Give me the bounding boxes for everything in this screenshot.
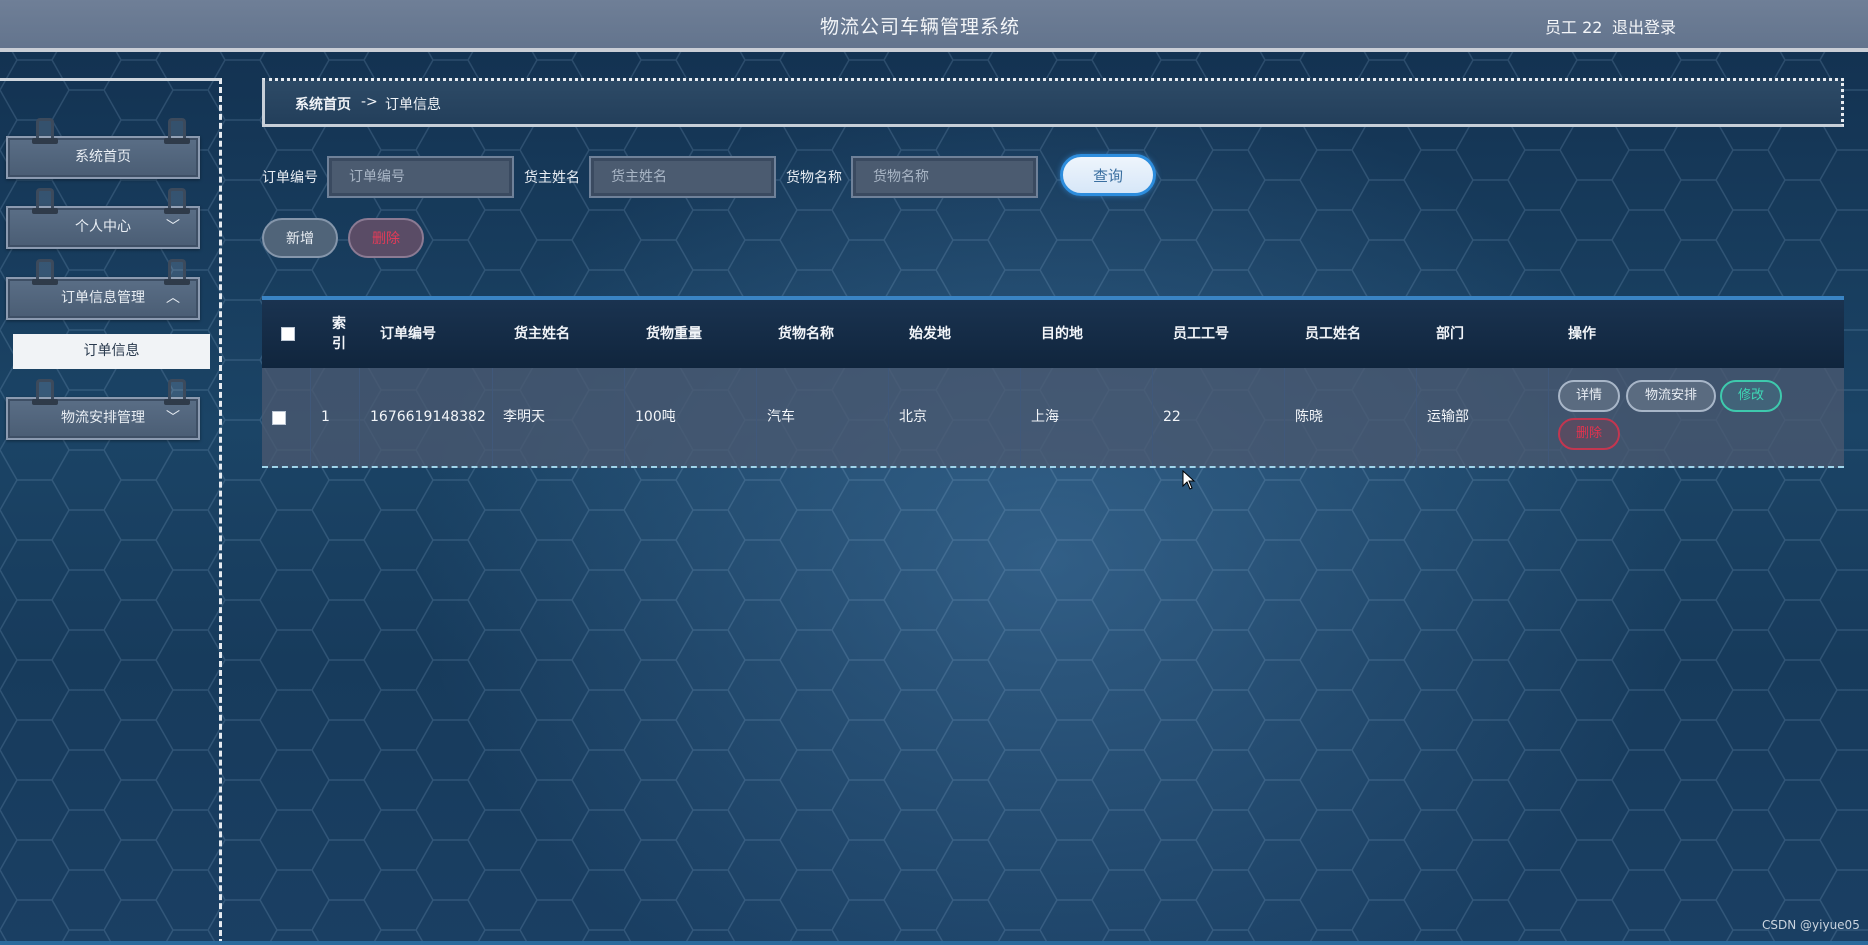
order-no-input[interactable] [327,156,514,198]
sidebar-item-label: 订单信息管理 [61,290,145,306]
header-operations: 操作 [1568,326,1596,342]
cell-emp-no: 22 [1152,368,1284,466]
breadcrumb-current: 订单信息 [385,97,441,113]
header-order-no: 订单编号 [380,326,436,342]
add-button[interactable]: 新增 [262,218,338,258]
breadcrumb: 系统首页 -> 订单信息 [262,78,1844,127]
sidebar-item-label: 物流安排管理 [61,410,145,426]
clip-icon [164,118,190,144]
cell-origin: 北京 [888,368,1020,466]
hex-background [0,0,1868,945]
clip-icon [164,379,190,405]
logout-link[interactable]: 退出登录 [1612,14,1676,38]
header-index: 索引 [332,316,346,352]
cell-weight: 100吨 [624,368,756,466]
clip-icon [32,259,58,285]
cell-dept: 运输部 [1416,368,1548,466]
sidebar-item-order-management[interactable]: 订单信息管理 ︿ [6,259,200,320]
breadcrumb-separator: -> [361,94,378,110]
sidebar-item-label: 系统首页 [75,149,131,165]
clip-icon [32,379,58,405]
sidebar-item-home[interactable]: 系统首页 [6,118,200,179]
sidebar-item-profile[interactable]: 个人中心 ﹀ [6,188,200,249]
goods-label: 货物名称 [786,170,842,186]
owner-label: 货主姓名 [524,170,580,186]
header-emp-no: 员工工号 [1173,326,1229,342]
chevron-down-icon: ﹀ [166,410,180,426]
goods-input[interactable] [851,156,1038,198]
user-label: 员工 22 [1545,18,1603,37]
cell-destination: 上海 [1020,368,1152,466]
detail-button[interactable]: 详情 [1558,380,1620,412]
chevron-down-icon: ﹀ [166,219,180,235]
logistics-plan-button[interactable]: 物流安排 [1626,380,1716,412]
clip-icon [164,188,190,214]
cell-order-no: 1676619148382 [359,368,492,466]
cell-index: 1 [310,368,359,466]
top-bar: 物流公司车辆管理系统 员工 22 退出登录 [0,0,1868,52]
table-row: 1 1676619148382 李明天 100吨 汽车 北京 上海 22 陈晓 … [262,368,1844,468]
header-dept: 部门 [1436,326,1464,342]
cell-owner: 李明天 [492,368,624,466]
clip-icon [32,188,58,214]
header-owner: 货主姓名 [514,326,570,342]
header-destination: 目的地 [1041,326,1083,342]
clip-icon [32,118,58,144]
chevron-up-icon: ︿ [166,290,180,306]
mouse-cursor-icon [1182,470,1196,490]
order-table: 索引 订单编号 货主姓名 货物重量 货物名称 始发地 目的地 员工工号 员工姓名… [262,296,1844,468]
header-weight: 货物重量 [646,326,702,342]
table-header: 索引 订单编号 货主姓名 货物重量 货物名称 始发地 目的地 员工工号 员工姓名… [262,296,1844,368]
query-button[interactable]: 查询 [1060,154,1156,196]
bulk-delete-button[interactable]: 删除 [348,218,424,258]
sidebar-item-label: 个人中心 [75,219,131,235]
header-emp-name: 员工姓名 [1305,326,1361,342]
sidebar-subitem-order-info[interactable]: 订单信息 [13,334,210,369]
row-delete-button[interactable]: 删除 [1558,418,1620,450]
header-goods: 货物名称 [778,326,834,342]
sidebar: 系统首页 个人中心 ﹀ 订单信息管理 ︿ 订单信息 物流安排管理 ﹀ [0,78,222,945]
sidebar-item-logistics[interactable]: 物流安排管理 ﹀ [6,379,200,440]
bottom-scrollbar[interactable] [0,941,1868,945]
breadcrumb-home[interactable]: 系统首页 [295,94,351,114]
header-origin: 始发地 [909,326,951,342]
owner-input[interactable] [589,156,776,198]
watermark: CSDN @yiyue05 [1762,918,1860,932]
row-checkbox[interactable] [272,411,286,425]
cell-emp-name: 陈晓 [1284,368,1416,466]
select-all-checkbox[interactable] [281,327,295,341]
order-no-label: 订单编号 [262,170,318,186]
cell-goods: 汽车 [756,368,888,466]
edit-button[interactable]: 修改 [1720,380,1782,412]
clip-icon [164,259,190,285]
